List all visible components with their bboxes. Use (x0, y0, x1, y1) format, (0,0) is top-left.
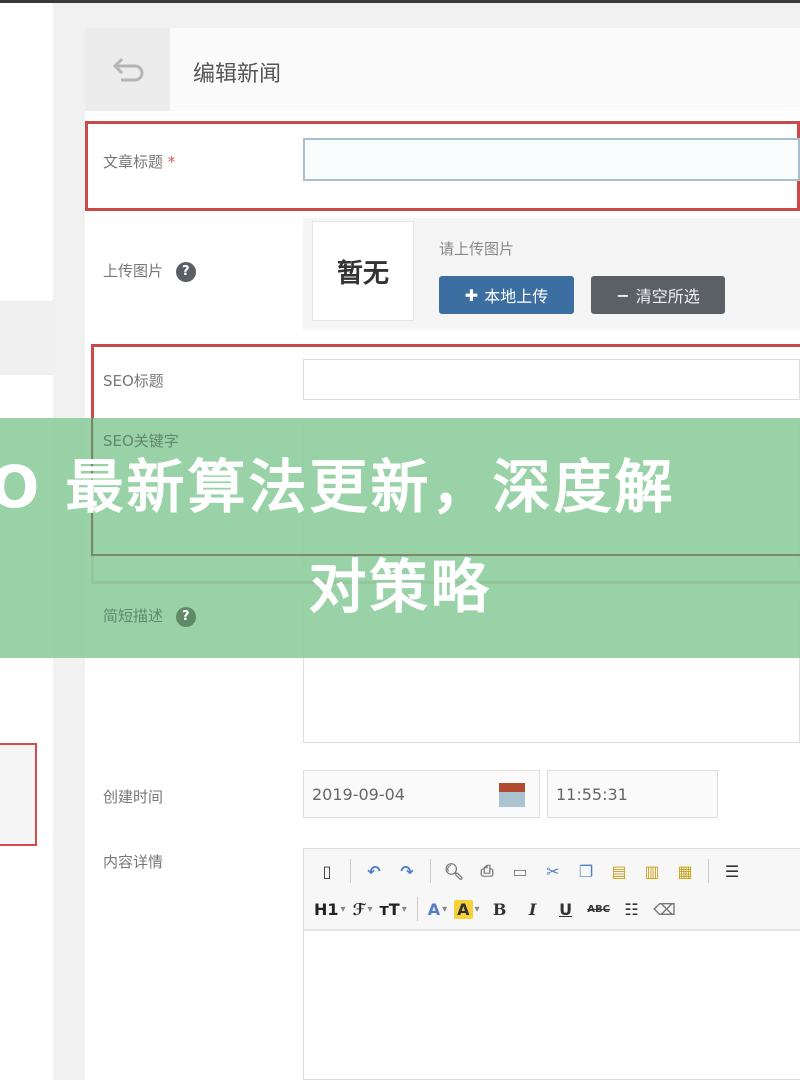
editor-toolbar: ▯ ↶ ↷ 🔍︎ ⎙ ▭ ✂ ❐ ▤ ▥ ▦ ☰ H1 ▾ ℱ ▾ ᴛT ▾ A… (304, 849, 800, 931)
local-upload-button[interactable]: ✚ 本地上传 (439, 276, 574, 314)
banner-headline-line-2: 对策略 (308, 553, 492, 621)
font-family-dropdown[interactable]: ℱ ▾ (353, 900, 373, 919)
clear-selection-label: 清空所选 (635, 287, 700, 306)
panel-header: 编辑新闻 (85, 28, 800, 111)
calendar-icon[interactable] (499, 783, 525, 807)
table-icon[interactable]: ☷ (619, 895, 645, 923)
rich-text-editor: ▯ ↶ ↷ 🔍︎ ⎙ ▭ ✂ ❐ ▤ ▥ ▦ ☰ H1 ▾ ℱ ▾ ᴛT ▾ A… (303, 848, 800, 1080)
image-label-text: 上传图片 (103, 262, 164, 280)
undo-icon[interactable]: ↶ (361, 857, 387, 885)
template-icon[interactable]: ▭ (507, 857, 533, 885)
date-input[interactable]: 2019-09-04 (303, 770, 540, 818)
font-size-icon: ᴛT (379, 899, 400, 919)
preview-icon[interactable]: 🔍︎ (441, 857, 467, 885)
article-title-banner: SEO关键字 简短描述 ? O 最新算法更新，深度解 对策略 (0, 418, 800, 658)
font-color-dropdown[interactable]: A ▾ (428, 900, 447, 919)
caret-down-icon: ▾ (474, 903, 480, 915)
align-icon[interactable]: ☰ (719, 857, 745, 885)
highlight-color-icon: A (454, 899, 473, 919)
image-preview: 暂无 (312, 221, 414, 321)
source-icon[interactable]: ▯ (314, 857, 340, 885)
caret-down-icon: ▾ (340, 903, 346, 915)
strikethrough-icon[interactable]: ABC (586, 895, 612, 923)
time-input[interactable]: 11:55:31 (547, 770, 718, 818)
page-title: 编辑新闻 (193, 62, 282, 87)
bold-icon[interactable]: B (487, 895, 513, 923)
banner-headline-line-1: O 最新算法更新，深度解 (0, 453, 676, 521)
content-label: 内容详情 (103, 853, 164, 871)
cut-icon[interactable]: ✂ (540, 857, 566, 885)
paste-icon[interactable]: ▤ (606, 857, 632, 885)
sidebar-panel (0, 3, 53, 301)
back-button[interactable] (85, 28, 170, 111)
plus-icon: ✚ (464, 285, 479, 305)
clear-selection-button[interactable]: − 清空所选 (591, 276, 725, 314)
created-time-label: 创建时间 (103, 788, 164, 806)
paste-word-icon[interactable]: ▦ (672, 857, 698, 885)
print-icon[interactable]: ⎙ (474, 857, 500, 885)
toolbar-separator (350, 859, 351, 883)
upload-hint: 请上传图片 (439, 240, 515, 258)
image-upload-area: 暂无 请上传图片 ✚ 本地上传 − 清空所选 (303, 218, 800, 330)
editor-content-area[interactable] (304, 933, 800, 1079)
font-color-icon: A (427, 899, 441, 919)
heading-dropdown[interactable]: H1 ▾ (314, 900, 346, 919)
back-arrow-icon (112, 57, 143, 81)
title-label: 文章标题 * (103, 151, 175, 172)
italic-icon[interactable]: I (520, 895, 546, 923)
underline-icon[interactable]: U (553, 895, 579, 923)
toolbar-separator (430, 859, 431, 883)
heading-label: H1 (314, 899, 339, 919)
background-color-dropdown[interactable]: A ▾ (454, 899, 480, 919)
title-input[interactable] (303, 138, 800, 181)
copy-icon[interactable]: ❐ (573, 857, 599, 885)
toolbar-row-1: ▯ ↶ ↷ 🔍︎ ⎙ ▭ ✂ ❐ ▤ ▥ ▦ ☰ (314, 857, 745, 885)
redo-icon[interactable]: ↷ (394, 857, 420, 885)
date-value: 2019-09-04 (312, 784, 405, 804)
caret-down-icon: ▾ (401, 903, 407, 915)
caret-down-icon: ▾ (367, 903, 373, 915)
paste-text-icon[interactable]: ▥ (639, 857, 665, 885)
eraser-icon[interactable]: ⌫ (652, 895, 678, 923)
local-upload-label: 本地上传 (484, 287, 549, 306)
caret-down-icon: ▾ (442, 903, 448, 915)
toolbar-separator (708, 859, 709, 883)
font-size-dropdown[interactable]: ᴛT ▾ (380, 900, 407, 919)
sidebar-highlighted-item[interactable] (0, 743, 37, 846)
required-mark: * (167, 153, 176, 171)
minus-icon: − (616, 285, 630, 305)
toolbar-separator (416, 897, 418, 921)
toolbar-row-2: H1 ▾ ℱ ▾ ᴛT ▾ A ▾ A ▾ B I U ABC ☷ ⌫ (314, 895, 678, 923)
window-top-bar (0, 0, 800, 3)
image-label: 上传图片 ? (103, 260, 196, 282)
question-icon[interactable]: ? (175, 261, 196, 282)
seo-title-label: SEO标题 (103, 372, 164, 390)
title-label-text: 文章标题 (103, 153, 164, 171)
font-family-icon: ℱ (352, 899, 366, 919)
seo-title-input[interactable] (303, 359, 800, 400)
